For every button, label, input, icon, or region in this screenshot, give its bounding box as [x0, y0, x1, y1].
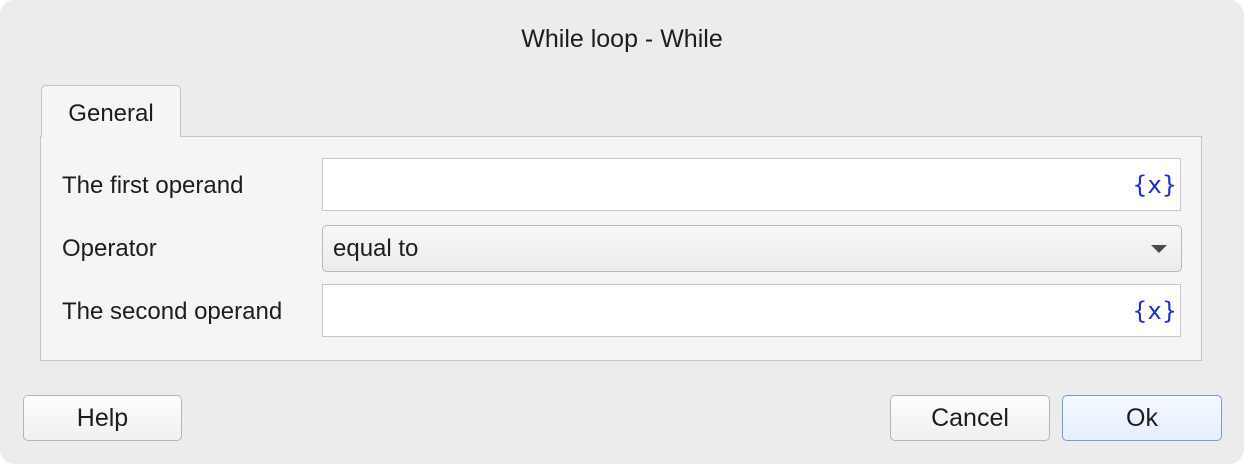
second-operand-field[interactable]: {x} [322, 284, 1181, 337]
operator-selected-value: equal to [333, 235, 419, 262]
second-operand-input[interactable] [323, 285, 1123, 336]
variable-insert-icon[interactable]: {x} [1132, 171, 1177, 199]
tab-general[interactable]: General [41, 85, 181, 137]
chevron-down-icon [1151, 245, 1167, 253]
operator-label: Operator [62, 235, 157, 262]
cancel-button[interactable]: Cancel [890, 395, 1050, 441]
first-operand-field[interactable]: {x} [322, 158, 1181, 211]
tab-general-label: General [68, 100, 154, 127]
first-operand-label: The first operand [62, 172, 244, 199]
operator-dropdown[interactable]: equal to [322, 225, 1182, 272]
dialog-window: While loop - While General The first ope… [0, 0, 1244, 464]
dialog-title: While loop - While [521, 25, 723, 53]
help-button[interactable]: Help [23, 395, 182, 441]
variable-insert-icon[interactable]: {x} [1132, 297, 1177, 325]
first-operand-input[interactable] [323, 159, 1123, 210]
ok-button[interactable]: Ok [1062, 395, 1222, 441]
second-operand-label: The second operand [62, 298, 283, 325]
